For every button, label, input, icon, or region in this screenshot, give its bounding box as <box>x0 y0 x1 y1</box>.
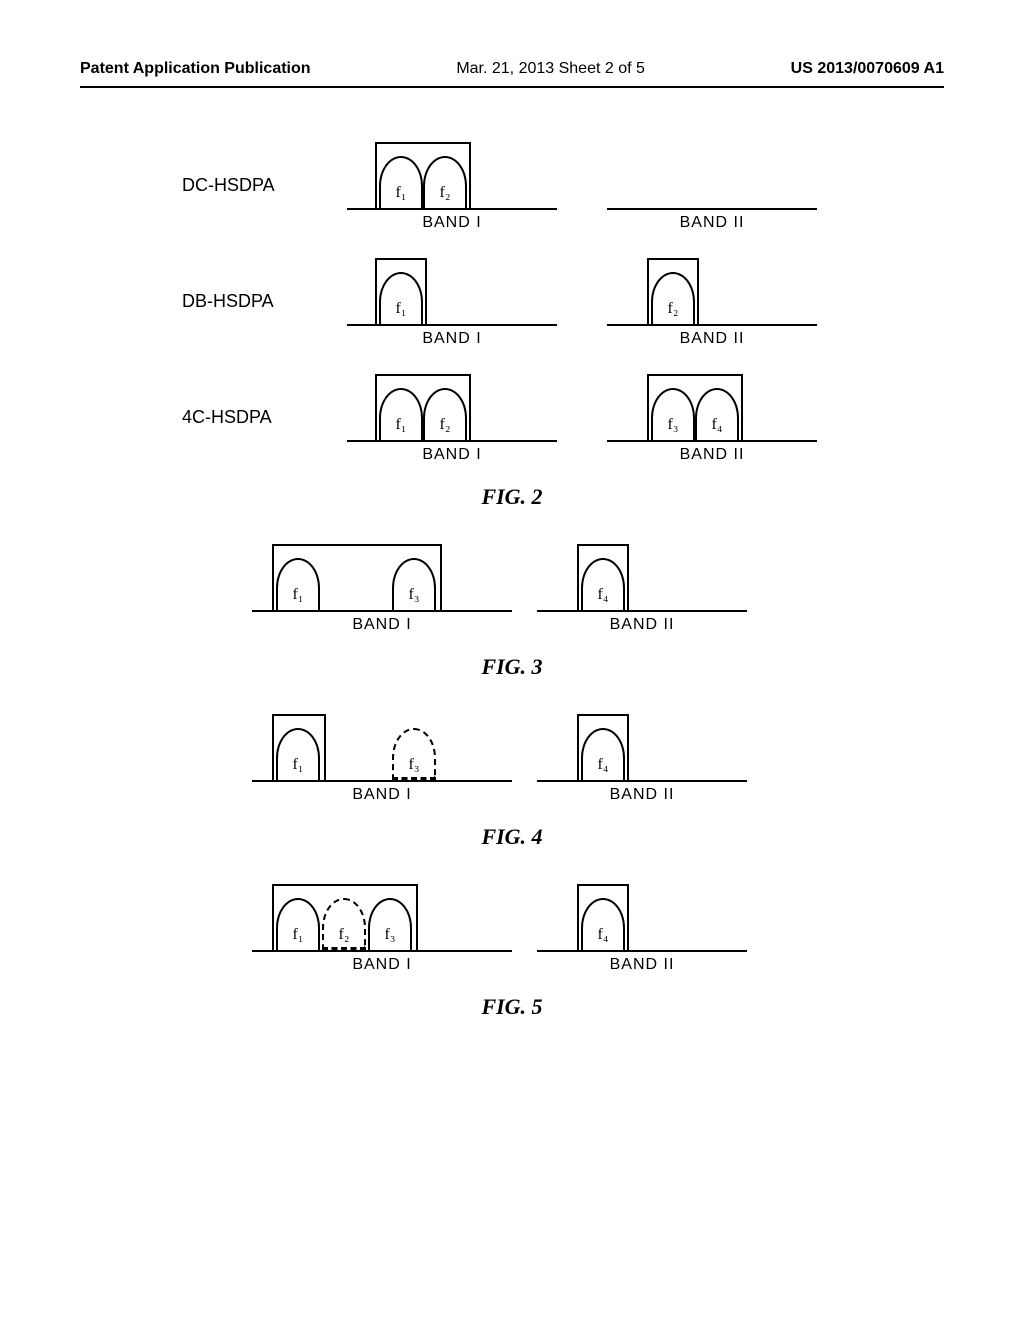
figures-container: DC-HSDPA f₁ f₂ <box>80 138 944 1050</box>
fig3-row: f₁ f₃ BAND I <box>252 540 772 634</box>
carrier-label: f₁ <box>276 756 320 774</box>
carrier-f1: f₁ <box>276 890 320 950</box>
fig2-caption: FIG. 2 <box>481 484 542 510</box>
band1-cell: f₁ f₂ f₃ BAND I <box>252 880 512 974</box>
carrier-f3: f₃ <box>368 890 412 950</box>
header-pubnumber: US 2013/0070609 A1 <box>791 60 944 78</box>
row-label-dc: DC-HSDPA <box>182 175 322 196</box>
page: Patent Application Publication Mar. 21, … <box>0 0 1024 1320</box>
header-publication: Patent Application Publication <box>80 60 311 78</box>
band1-label: BAND I <box>422 446 481 464</box>
band1-cell: f₁ f₂ BAND I <box>322 138 582 232</box>
row-label-db: DB-HSDPA <box>182 291 322 312</box>
carrier-label: f₃ <box>651 416 695 434</box>
header-rule <box>80 86 944 88</box>
fig5-row: f₁ f₂ f₃ BAND I <box>252 880 772 974</box>
band1-label: BAND I <box>352 956 411 974</box>
band1-axis: f₁ f₃ <box>252 710 512 782</box>
figure-4: f₁ f₃ BAND I <box>252 710 772 850</box>
band2-label: BAND II <box>610 616 675 634</box>
carrier-label: f₄ <box>581 926 625 944</box>
carrier-label: f₁ <box>276 586 320 604</box>
band1-cell: f₁ BAND I <box>322 254 582 348</box>
band1-axis: f₁ f₂ <box>347 138 557 210</box>
band2-cell: f₄ BAND II <box>512 540 772 634</box>
carrier-label: f₁ <box>379 300 423 318</box>
band1-cell: f₁ f₂ BAND I <box>322 370 582 464</box>
fig4-caption: FIG. 4 <box>481 824 542 850</box>
band1-cell: f₁ f₃ BAND I <box>252 540 512 634</box>
carrier-f4: f₄ <box>581 890 625 950</box>
carrier-label: f₂ <box>322 926 366 944</box>
band2-axis: f₄ <box>537 710 747 782</box>
page-header: Patent Application Publication Mar. 21, … <box>80 60 944 78</box>
row-label-4c: 4C-HSDPA <box>182 407 322 428</box>
band1-label: BAND I <box>422 330 481 348</box>
fig2-row-4c: 4C-HSDPA f₁ f₂ <box>182 370 842 464</box>
band2-label: BAND II <box>610 786 675 804</box>
carrier-label: f₂ <box>423 416 467 434</box>
header-date-sheet: Mar. 21, 2013 Sheet 2 of 5 <box>456 60 645 78</box>
fig3-caption: FIG. 3 <box>481 654 542 680</box>
carrier-f3-deactivated: f₃ <box>392 720 436 780</box>
band2-label: BAND II <box>680 446 745 464</box>
carrier-f1: f₁ <box>379 380 423 440</box>
band2-cell: BAND II <box>582 138 842 232</box>
band1-axis: f₁ <box>347 254 557 326</box>
band2-axis: f₃ f₄ <box>607 370 817 442</box>
band2-axis: f₂ <box>607 254 817 326</box>
band1-cell: f₁ f₃ BAND I <box>252 710 512 804</box>
carrier-f1: f₁ <box>379 148 423 208</box>
fig4-row: f₁ f₃ BAND I <box>252 710 772 804</box>
carrier-f3: f₃ <box>392 550 436 610</box>
fig2-row-db: DB-HSDPA f₁ BAND I <box>182 254 842 348</box>
carrier-label: f₂ <box>423 184 467 202</box>
band2-axis: f₄ <box>537 540 747 612</box>
carrier-label: f₃ <box>368 926 412 944</box>
carrier-label: f₁ <box>276 926 320 944</box>
band2-label: BAND II <box>680 214 745 232</box>
band2-cell: f₄ BAND II <box>512 710 772 804</box>
carrier-label: f₂ <box>651 300 695 318</box>
band1-axis: f₁ f₂ f₃ <box>252 880 512 952</box>
carrier-f1: f₁ <box>276 720 320 780</box>
carrier-label: f₁ <box>379 416 423 434</box>
carrier-f2: f₂ <box>651 264 695 324</box>
band1-axis: f₁ f₃ <box>252 540 512 612</box>
band1-label: BAND I <box>352 616 411 634</box>
figure-5: f₁ f₂ f₃ BAND I <box>252 880 772 1020</box>
carrier-label: f₄ <box>581 586 625 604</box>
carrier-label: f₄ <box>695 416 739 434</box>
figure-2: DC-HSDPA f₁ f₂ <box>182 138 842 510</box>
carrier-f2: f₂ <box>423 148 467 208</box>
carrier-f2: f₂ <box>423 380 467 440</box>
band2-cell: f₂ BAND II <box>582 254 842 348</box>
band1-label: BAND I <box>352 786 411 804</box>
carrier-label: f₃ <box>392 586 436 604</box>
band2-cell: f₄ BAND II <box>512 880 772 974</box>
carrier-label: f₁ <box>379 184 423 202</box>
band2-axis-empty <box>607 138 817 210</box>
fig2-row-dc: DC-HSDPA f₁ f₂ <box>182 138 842 232</box>
band2-axis: f₄ <box>537 880 747 952</box>
carrier-f4: f₄ <box>695 380 739 440</box>
carrier-f4: f₄ <box>581 550 625 610</box>
band1-label: BAND I <box>422 214 481 232</box>
carrier-f1: f₁ <box>276 550 320 610</box>
carrier-label: f₄ <box>581 756 625 774</box>
band1-axis: f₁ f₂ <box>347 370 557 442</box>
band2-label: BAND II <box>610 956 675 974</box>
carrier-label: f₃ <box>392 756 436 774</box>
carrier-f1: f₁ <box>379 264 423 324</box>
fig5-caption: FIG. 5 <box>481 994 542 1020</box>
band2-cell: f₃ f₄ BAND II <box>582 370 842 464</box>
carrier-f2-deactivated: f₂ <box>322 890 366 950</box>
carrier-f4: f₄ <box>581 720 625 780</box>
band2-label: BAND II <box>680 330 745 348</box>
figure-3: f₁ f₃ BAND I <box>252 540 772 680</box>
carrier-f3: f₃ <box>651 380 695 440</box>
